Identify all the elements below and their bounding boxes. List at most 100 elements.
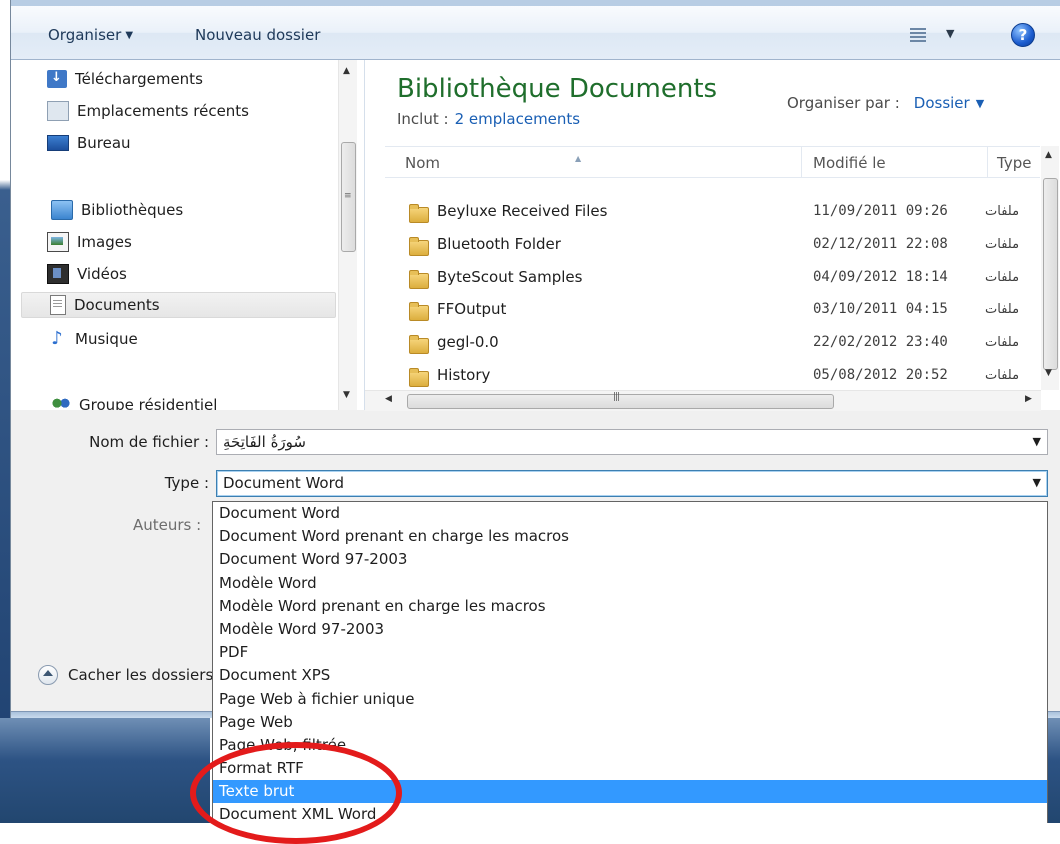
scroll-right-icon[interactable]: ▶ [1025,394,1032,404]
hide-folders-label: Cacher les dossiers [68,666,214,684]
file-type: ملفات [985,368,1020,383]
nav-item-music[interactable]: ♪ Musique [47,326,138,352]
file-name: gegl-0.0 [437,333,499,351]
library-title: Bibliothèque Documents [397,74,718,104]
annotation-ellipse [190,742,402,844]
column-headers: ▲ Nom Modifié le Type [385,146,1040,178]
collapse-up-icon [38,665,58,685]
column-header-type[interactable]: Type [997,154,1031,172]
file-name: Beyluxe Received Files [437,202,608,220]
column-header-modified[interactable]: Modifié le [813,154,886,172]
type-option[interactable]: Page Web [213,711,1047,734]
nav-item-label: Téléchargements [75,70,203,88]
file-name: ByteScout Samples [437,268,583,286]
view-options-dropdown-button[interactable]: ▼ [946,27,954,40]
nav-item-downloads[interactable]: Téléchargements [47,66,203,92]
type-option[interactable]: Document XPS [213,664,1047,687]
file-name: FFOutput [437,300,507,318]
grip-icon: ≡ [344,191,352,201]
arrange-by-dropdown[interactable]: Dossier [914,94,970,112]
documents-library-icon [50,295,66,315]
new-folder-button[interactable]: Nouveau dossier [195,26,320,44]
organize-menu-button[interactable]: Organiser ▼ [48,26,133,44]
arrange-by-label: Organiser par : [787,94,900,112]
file-row[interactable]: Beyluxe Received Files 11/09/2011 09:26 … [385,196,1040,228]
folder-icon [409,237,429,256]
nav-item-label: Emplacements récents [77,102,250,120]
libraries-icon [51,200,73,220]
nav-item-videos[interactable]: Vidéos [47,261,127,287]
scrollbar-thumb[interactable] [1043,178,1058,370]
file-modified: 05/08/2012 20:52 [813,367,948,383]
file-modified: 03/10/2011 04:15 [813,301,948,317]
type-option[interactable]: PDF [213,641,1047,664]
scroll-down-icon[interactable]: ▼ [343,390,350,400]
file-type: ملفات [985,204,1020,219]
chevron-down-icon[interactable]: ▼ [1033,435,1041,448]
file-row[interactable]: gegl-0.0 22/02/2012 23:40 ملفات [385,327,1040,359]
view-options-icon[interactable] [910,28,926,42]
nav-vertical-scrollbar[interactable]: ▲ ≡ ▼ [338,60,357,410]
chevron-down-icon[interactable]: ▼ [1033,476,1041,489]
nav-item-documents[interactable]: Documents [21,292,336,318]
nav-item-desktop[interactable]: Bureau [47,130,131,156]
recent-places-icon [47,101,69,121]
filename-input[interactable]: سُورَةُ الفَاتِحَةِ ▼ [216,429,1048,455]
nav-item-label: Bibliothèques [81,201,184,219]
type-option[interactable]: Modèle Word [213,572,1047,595]
chevron-down-icon[interactable]: ▼ [976,97,984,110]
nav-item-label: Vidéos [77,265,127,283]
file-modified: 02/12/2011 22:08 [813,236,948,252]
help-icon[interactable]: ? [1011,23,1035,47]
file-name: History [437,366,491,384]
nav-item-images[interactable]: Images [47,229,132,255]
nav-item-recent-places[interactable]: Emplacements récents [47,98,249,124]
file-list-vertical-scrollbar[interactable]: ▲ ▼ [1041,146,1059,390]
type-option[interactable]: Document Word [213,502,1047,525]
scroll-up-icon[interactable]: ▲ [1045,150,1052,160]
file-row[interactable]: Bluetooth Folder 02/12/2011 22:08 ملفات [385,229,1040,261]
column-header-name[interactable]: Nom [405,154,440,172]
nav-item-libraries[interactable]: Bibliothèques [51,197,183,223]
file-type: ملفات [985,335,1020,350]
type-option[interactable]: Document Word 97-2003 [213,548,1047,571]
grip-icon: ||| [613,392,620,402]
type-option[interactable]: Document Word prenant en charge les macr… [213,525,1047,548]
folder-icon [409,270,429,289]
nav-item-label: Groupe résidentiel [79,396,218,410]
file-type: ملفات [985,270,1020,285]
authors-label: Auteurs : [133,516,202,534]
library-includes: Inclut : 2 emplacements [397,110,580,128]
scrollbar-thumb[interactable] [407,394,834,409]
file-row[interactable]: History 05/08/2012 20:52 ملفات [385,360,1040,390]
desktop-background [0,0,10,823]
arrange-by: Organiser par : Dossier ▼ [787,94,984,112]
sort-ascending-icon: ▲ [575,154,582,163]
scroll-up-icon[interactable]: ▲ [343,66,350,76]
type-option[interactable]: Modèle Word 97-2003 [213,618,1047,641]
nav-item-label: Musique [75,330,138,348]
homegroup-icon [51,396,71,410]
file-modified: 22/02/2012 23:40 [813,334,948,350]
type-option[interactable]: Modèle Word prenant en charge les macros [213,595,1047,618]
file-row[interactable]: ByteScout Samples 04/09/2012 18:14 ملفات [385,262,1040,294]
music-note-icon: ♪ [51,328,63,349]
folder-icon [409,302,429,321]
type-option[interactable]: Page Web à fichier unique [213,688,1047,711]
nav-item-homegroup[interactable]: Groupe résidentiel [51,392,217,410]
file-type-select[interactable]: Document Word ▼ [216,470,1048,497]
desktop-background-bottom [0,718,210,823]
nav-item-label: Images [77,233,132,251]
includes-locations-link[interactable]: 2 emplacements [455,110,581,128]
organize-label: Organiser [48,26,122,44]
nav-item-label: Bureau [77,134,131,152]
navigation-pane: Téléchargements Emplacements récents Bur… [11,60,365,410]
file-list-horizontal-scrollbar[interactable]: ◀ ||| ▶ [365,390,1041,411]
hide-folders-button[interactable]: Cacher les dossiers [38,665,213,685]
file-row[interactable]: FFOutput 03/10/2011 04:15 ملفات [385,294,1040,326]
desktop-icon [47,135,69,151]
file-type-value: Document Word [223,474,345,492]
folder-icon [409,335,429,354]
scroll-down-icon[interactable]: ▼ [1045,368,1052,378]
scroll-left-icon[interactable]: ◀ [385,394,392,404]
